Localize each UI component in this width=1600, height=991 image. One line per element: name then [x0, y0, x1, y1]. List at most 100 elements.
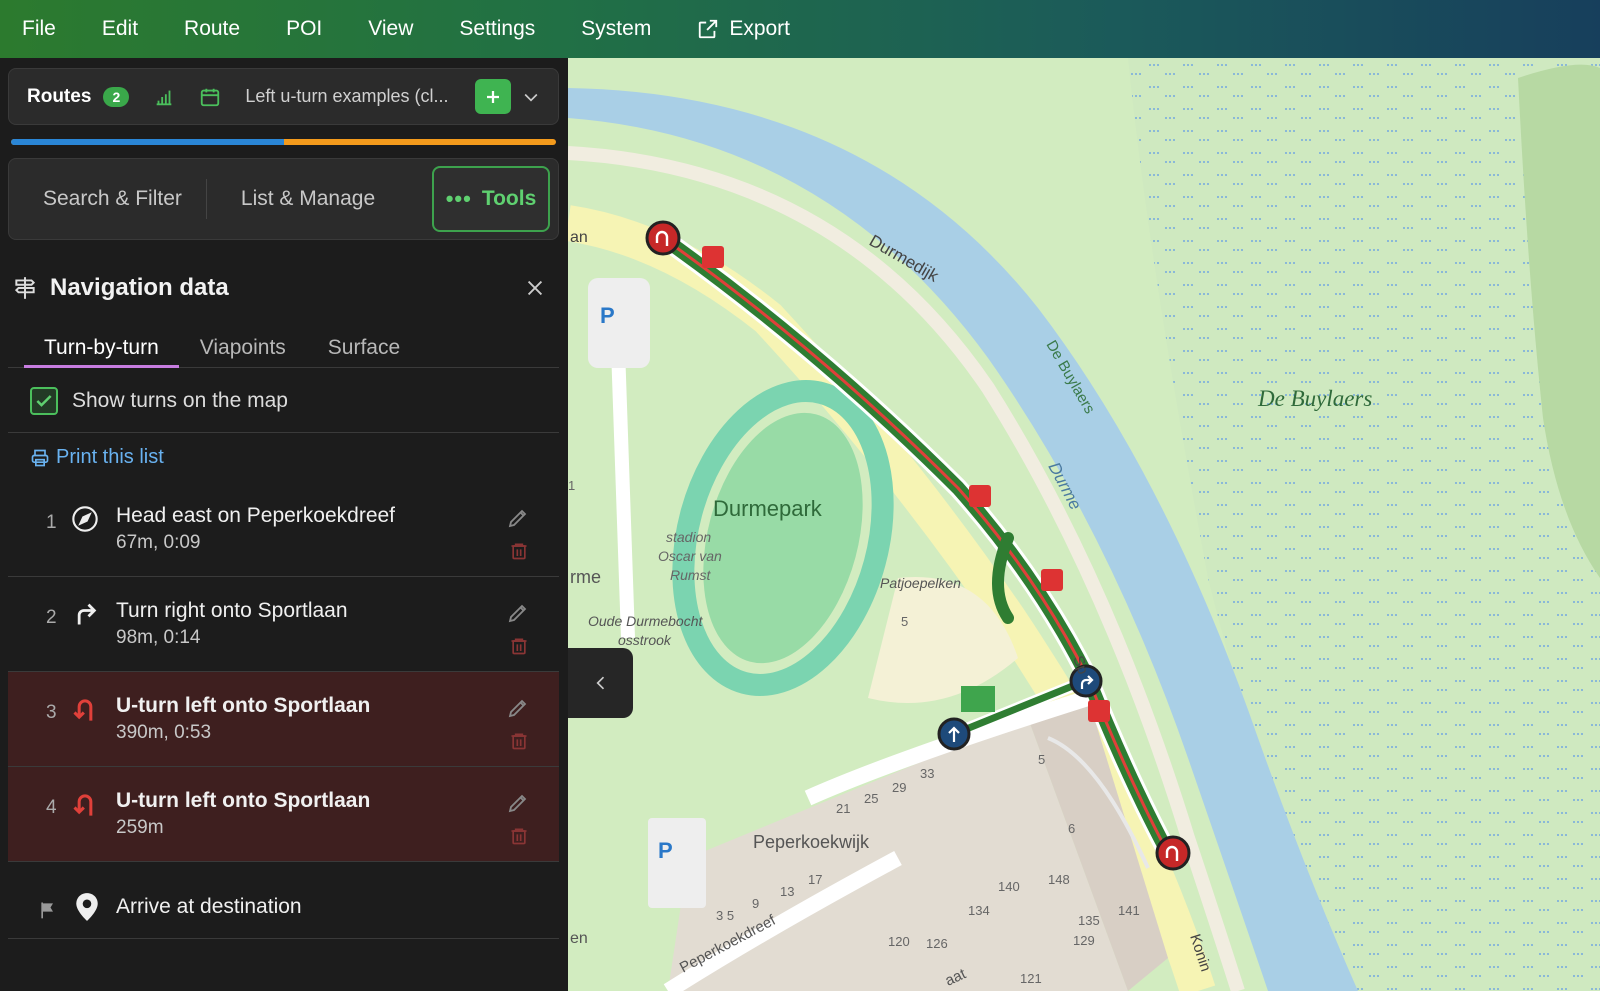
external-link-icon	[699, 19, 718, 39]
label-house-number: 129	[1073, 933, 1095, 948]
show-turns-toggle[interactable]: Show turns on the map	[8, 369, 559, 433]
label-house-number: 9	[752, 896, 759, 911]
routes-count-badge: 2	[103, 86, 130, 107]
turn-distance-time: 259m	[116, 817, 164, 838]
tab-viapoints[interactable]: Viapoints	[179, 320, 307, 368]
signpost-icon	[14, 277, 36, 299]
parking-icon: P	[658, 838, 673, 863]
edit-pencil-icon[interactable]	[506, 696, 530, 725]
label-house-number: 148	[1048, 872, 1070, 887]
turn-distance-time: 67m, 0:09	[116, 532, 201, 553]
start-flag-icon	[961, 686, 995, 712]
collapse-sidebar-button[interactable]	[568, 648, 633, 718]
label-stadion: Rumst	[670, 567, 712, 583]
routes-bar: Routes 2 Left u-turn examples (cl...	[8, 68, 559, 125]
turn-number: 2	[46, 607, 57, 628]
tab-turn-by-turn[interactable]: Turn-by-turn	[24, 320, 179, 368]
menu-route[interactable]: Route	[184, 17, 240, 41]
tab-search-filter[interactable]: Search & Filter	[9, 187, 206, 211]
u-turn-marker-icon[interactable]	[1155, 835, 1191, 871]
u-turn-left-icon	[70, 694, 100, 724]
label-house-number: 6	[1068, 821, 1075, 836]
map-canvas[interactable]: Durmedijk De Buylaers De Buylaers Durme …	[568, 58, 1600, 991]
direction-sign-icon	[1088, 700, 1110, 722]
chevron-down-icon[interactable]	[521, 87, 541, 107]
label-house-number: 3 5	[716, 908, 734, 923]
trash-icon[interactable]	[509, 540, 529, 567]
label-road: en	[570, 930, 588, 947]
label-oude-durmebocht: osstrook	[618, 632, 672, 648]
menu-view[interactable]: View	[368, 17, 413, 41]
sidebar: Routes 2 Left u-turn examples (cl... Sea…	[0, 58, 568, 991]
menu-file[interactable]: File	[22, 17, 56, 41]
printer-icon	[31, 449, 49, 466]
turn-row[interactable]: 1 Head east on Peperkoekdreef 67m, 0:09	[8, 482, 559, 577]
progress-fill	[11, 139, 284, 145]
calendar-icon[interactable]	[199, 86, 221, 108]
show-turns-checkbox[interactable]	[30, 386, 58, 415]
menu-settings[interactable]: Settings	[459, 17, 535, 41]
chart-icon[interactable]	[153, 86, 175, 108]
direction-sign-icon	[702, 246, 724, 268]
label-house-number: 5	[1038, 752, 1045, 767]
menu-export[interactable]: Export	[697, 17, 790, 41]
u-turn-left-icon	[70, 789, 100, 819]
edit-pencil-icon[interactable]	[506, 601, 530, 630]
label-stadion: stadion	[666, 529, 711, 545]
map-view[interactable]: Durmedijk De Buylaers De Buylaers Durme …	[568, 58, 1600, 991]
label-house-number: 134	[968, 903, 990, 918]
edit-pencil-icon[interactable]	[506, 791, 530, 820]
label-peperkoekwijk: Peperkoekwijk	[753, 832, 870, 852]
label-house-number: 140	[998, 879, 1020, 894]
turn-number: 4	[46, 797, 57, 818]
menu-system[interactable]: System	[581, 17, 651, 41]
direction-sign-icon	[1041, 569, 1063, 591]
panel-title: Navigation data	[50, 274, 229, 301]
panel-tabs: Turn-by-turn Viapoints Surface	[8, 320, 559, 368]
menu-bar: File Edit Route POI View Settings System…	[0, 0, 1600, 58]
start-marker-icon[interactable]	[937, 717, 971, 751]
turn-number: 1	[46, 512, 57, 533]
label-house-number: 21	[836, 801, 850, 816]
check-icon	[36, 394, 52, 407]
label-house-number: 5	[901, 614, 908, 629]
label-house-number: 25	[864, 791, 878, 806]
print-list-link[interactable]: Print this list	[30, 446, 164, 469]
parking-icon: P	[600, 303, 615, 328]
label-house-number: 141	[1118, 903, 1140, 918]
parking-area	[648, 818, 706, 908]
label-patjoepelken: Patjoepelken	[880, 575, 961, 591]
route-selector[interactable]: Left u-turn examples (cl...	[245, 86, 467, 107]
turn-distance-time: 390m, 0:53	[116, 722, 212, 743]
more-dots-icon: •••	[445, 186, 472, 211]
add-route-button[interactable]	[475, 79, 512, 114]
show-turns-label: Show turns on the map	[72, 388, 288, 412]
route-progress-bar	[11, 139, 556, 145]
label-house-number: 29	[892, 780, 906, 795]
close-icon[interactable]	[524, 277, 546, 299]
arrive-row[interactable]: Arrive at destination	[8, 877, 559, 939]
tab-tools[interactable]: ••• Tools	[432, 166, 550, 232]
turn-row[interactable]: 2 Turn right onto Sportlaan 98m, 0:14	[8, 577, 559, 672]
turn-row-highlighted[interactable]: 4 U-turn left onto Sportlaan 259m	[8, 767, 559, 862]
location-pin-icon	[74, 892, 100, 927]
trash-icon[interactable]	[509, 825, 529, 852]
label-house-number: 1	[568, 478, 575, 493]
label-house-number: 135	[1078, 913, 1100, 928]
turn-instruction: Head east on Peperkoekdreef	[116, 504, 396, 527]
trash-icon[interactable]	[509, 635, 529, 662]
tab-surface[interactable]: Surface	[307, 320, 421, 368]
u-turn-marker-icon[interactable]	[645, 220, 681, 256]
edit-pencil-icon[interactable]	[506, 506, 530, 535]
label-durmepark: Durmepark	[713, 496, 823, 521]
tab-tools-label: Tools	[481, 187, 537, 210]
turn-instruction: U-turn left onto Sportlaan	[116, 694, 371, 717]
turn-right-icon	[70, 599, 100, 629]
trash-icon[interactable]	[509, 730, 529, 757]
turn-row-highlighted[interactable]: 3 U-turn left onto Sportlaan 390m, 0:53	[8, 672, 559, 767]
menu-edit[interactable]: Edit	[102, 17, 138, 41]
tab-list-manage[interactable]: List & Manage	[207, 187, 399, 211]
turn-instruction: Turn right onto Sportlaan	[116, 599, 348, 622]
label-house-number: 13	[780, 884, 794, 899]
menu-poi[interactable]: POI	[286, 17, 322, 41]
